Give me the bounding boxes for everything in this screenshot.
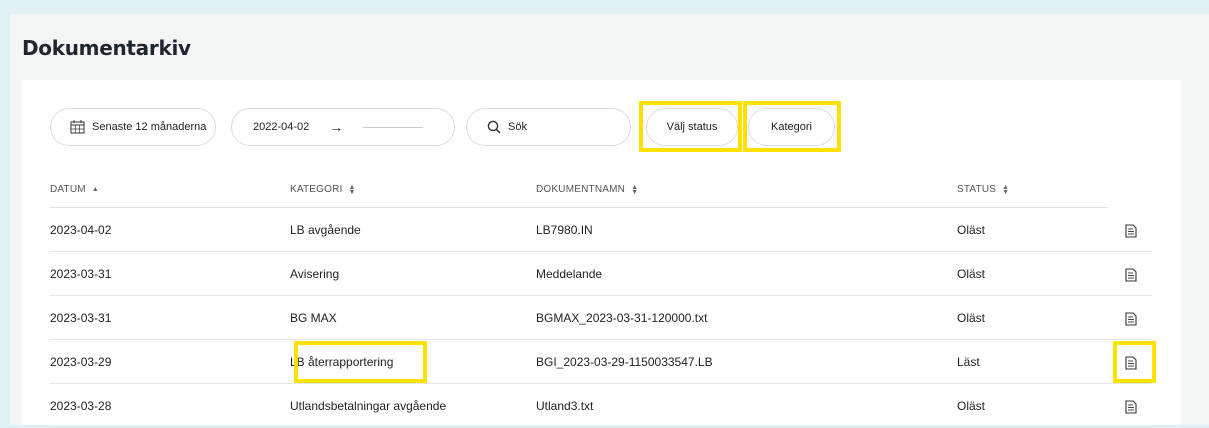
search-input[interactable]: Sök	[466, 108, 631, 146]
date-to-field[interactable]	[363, 126, 424, 128]
column-header-status-label: STATUS	[957, 184, 997, 195]
column-header-date[interactable]: DATUM ▲	[50, 184, 99, 195]
row-date: 2023-03-28	[50, 399, 112, 413]
search-placeholder: Sök	[508, 121, 527, 133]
column-header-document-name-label: DOKUMENTNAMN	[536, 184, 626, 195]
document-icon[interactable]	[1125, 252, 1141, 296]
period-filter-button[interactable]: Senaste 12 månaderna	[50, 108, 216, 146]
row-status: Oläst	[957, 223, 986, 237]
document-icon[interactable]	[1125, 384, 1141, 428]
row-category: Utlandsbetalningar avgående	[290, 399, 447, 413]
row-date: 2023-03-29	[50, 355, 112, 369]
table-row[interactable]: 2023-03-29 LB återrapportering BGI_2023-03…	[50, 340, 1152, 384]
date-range-picker[interactable]: 2022-04-02 →	[231, 108, 455, 146]
column-header-category-label: KATEGORI	[290, 184, 343, 195]
sort-icon: ▲ ▼	[1002, 183, 1010, 196]
row-category: Avisering	[290, 267, 340, 281]
sort-icon: ▲ ▼	[631, 183, 639, 196]
row-status: Oläst	[957, 311, 986, 325]
row-status: Oläst	[957, 267, 986, 281]
table-row[interactable]: 2023-03-31 BG MAX BGMAX_2023-03-31-120000.…	[50, 296, 1152, 340]
document-icon[interactable]	[1125, 296, 1141, 340]
row-document-name: Meddelande	[536, 267, 603, 281]
period-filter-label: Senaste 12 månaderna	[92, 121, 207, 133]
row-document-name: BGI_2023-03-29-1150033547.LB	[536, 355, 713, 369]
column-header-document-name[interactable]: DOKUMENTNAMN ▲ ▼	[536, 183, 639, 196]
row-document-name: Utland3.txt	[536, 399, 594, 413]
table-row[interactable]: 2023-03-28 Utlandsbetalningar avgående Utl…	[50, 384, 1152, 428]
row-document-name: LB7980.IN	[536, 223, 593, 237]
document-icon[interactable]	[1125, 208, 1141, 252]
search-icon	[487, 120, 501, 134]
row-category: BG MAX	[290, 311, 337, 325]
sort-icon: ▲ ▼	[348, 183, 356, 196]
row-date: 2023-04-02	[50, 223, 112, 237]
table-row[interactable]: 2023-03-31 Avisering Meddelande Oläst	[50, 252, 1152, 296]
highlight-category-cell	[294, 341, 427, 383]
row-status: Läst	[957, 355, 980, 369]
highlight-category-filter	[743, 101, 841, 152]
calendar-icon	[70, 120, 85, 134]
date-from-value[interactable]: 2022-04-02	[253, 121, 309, 133]
row-document-name: BGMAX_2023-03-31-120000.txt	[536, 311, 708, 325]
row-category: LB avgående	[290, 223, 361, 237]
row-date: 2023-03-31	[50, 311, 112, 325]
row-status: Oläst	[957, 399, 986, 413]
highlight-status-filter	[639, 101, 742, 152]
column-header-category[interactable]: KATEGORI ▲ ▼	[290, 183, 356, 196]
table-row[interactable]: 2023-04-02 LB avgående LB7980.IN Oläst	[50, 208, 1152, 252]
sort-asc-icon: ▲	[91, 186, 99, 193]
page-title: Dokumentarkiv	[22, 36, 191, 60]
column-header-status[interactable]: STATUS ▲ ▼	[957, 183, 1010, 196]
row-date: 2023-03-31	[50, 267, 112, 281]
column-header-date-label: DATUM	[50, 184, 86, 195]
arrow-right-icon: →	[329, 119, 344, 135]
highlight-document-icon	[1113, 341, 1156, 383]
